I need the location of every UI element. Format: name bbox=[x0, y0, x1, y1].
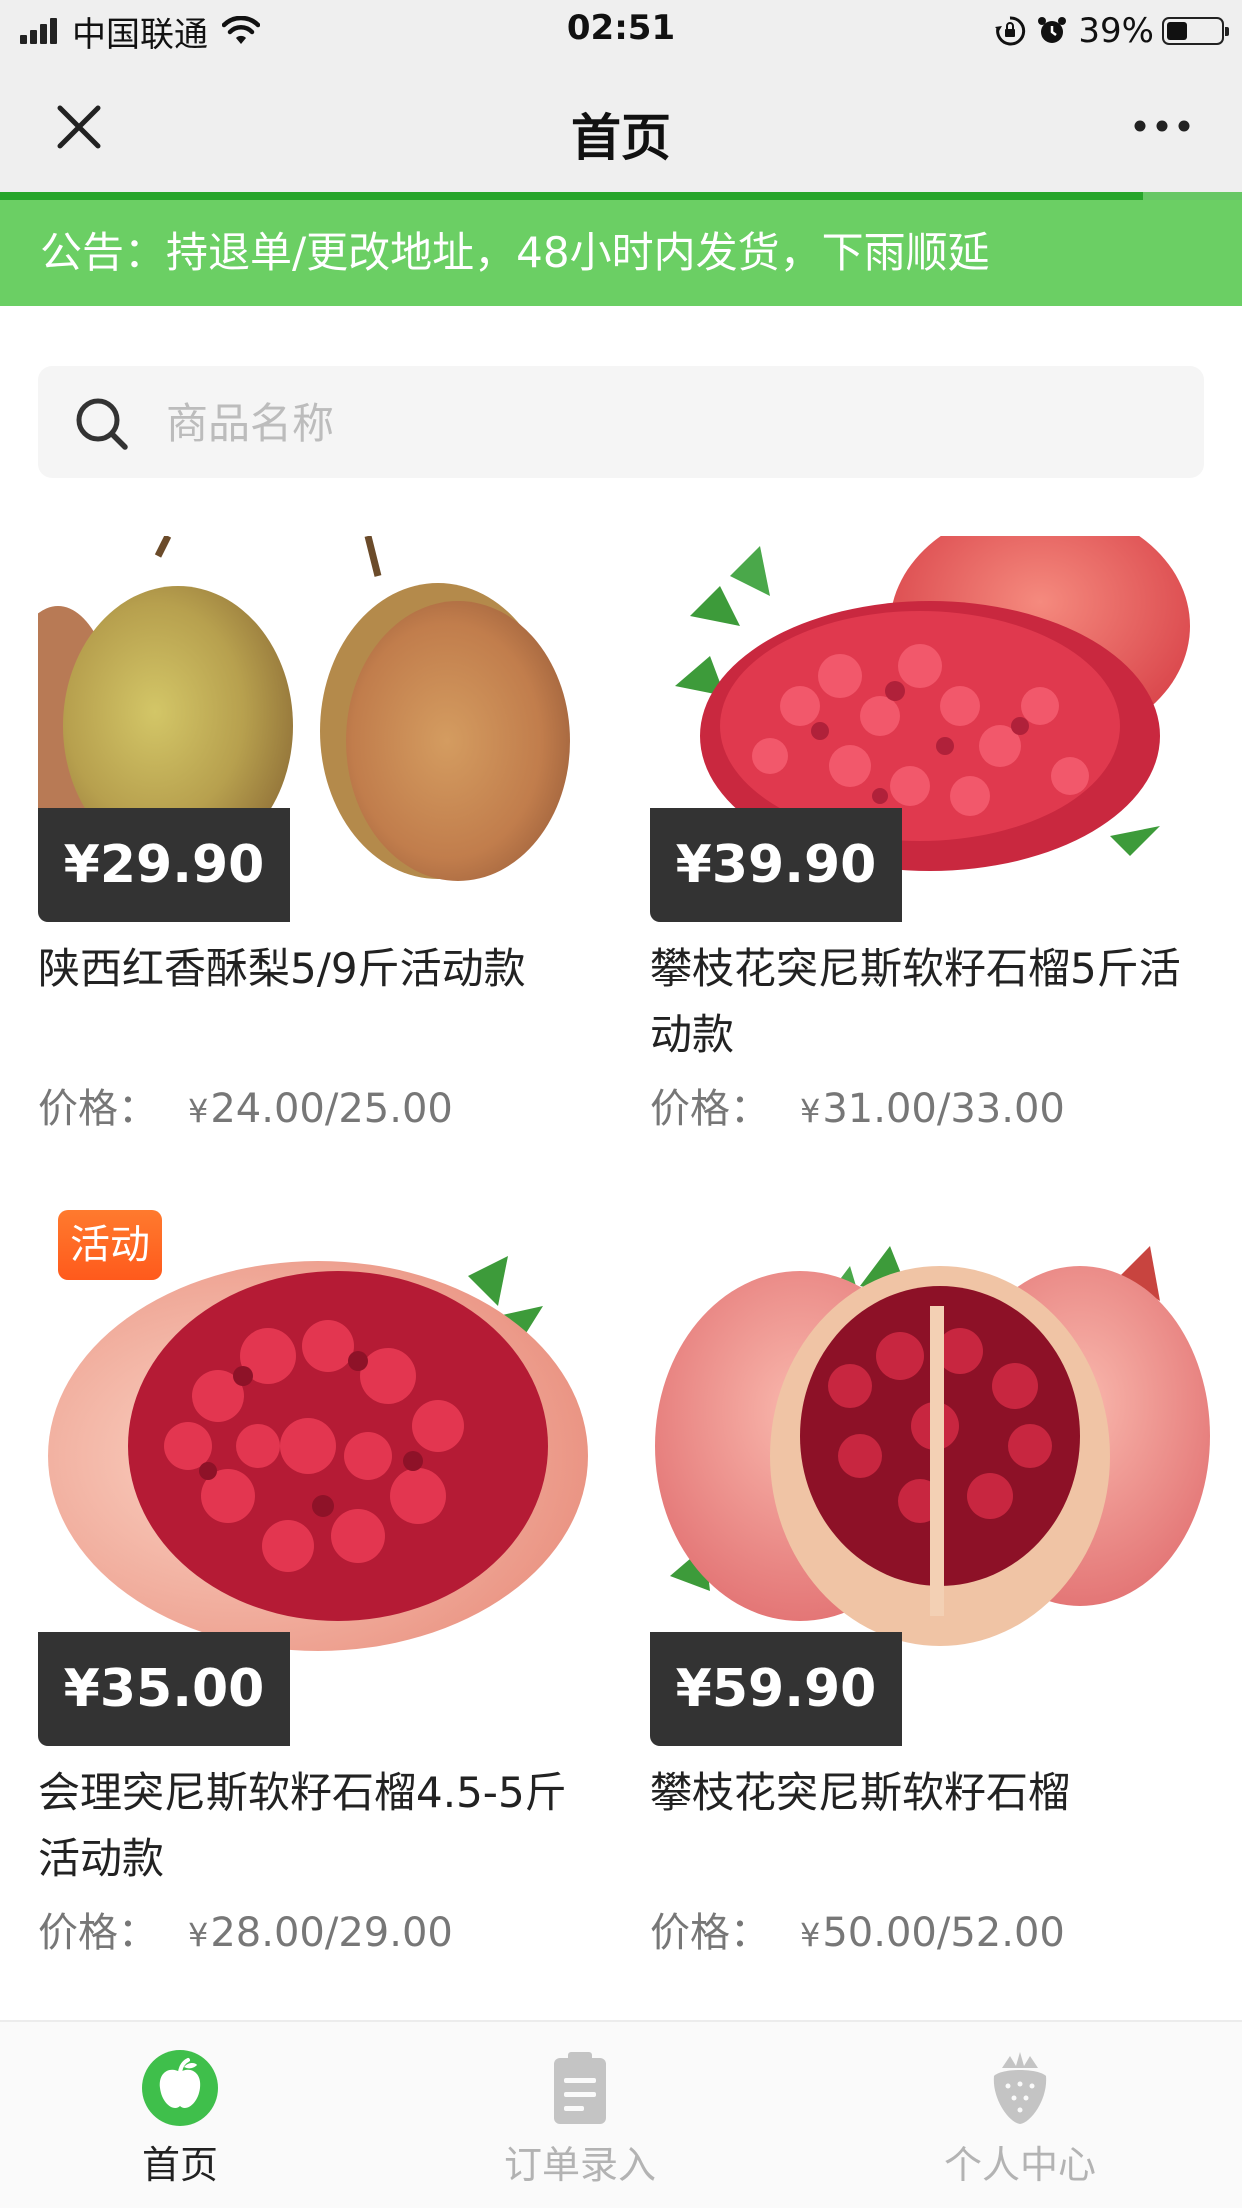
price-tag: ¥29.90 bbox=[38, 808, 290, 922]
currency-symbol: ¥ bbox=[800, 1092, 821, 1130]
tab-profile[interactable]: 个人中心 bbox=[870, 2022, 1170, 2210]
alarm-icon bbox=[1038, 17, 1067, 43]
product-name[interactable]: 会理突尼斯软籽石榴4.5-5斤活动款 bbox=[38, 1760, 598, 1892]
tab-label: 个人中心 bbox=[943, 2143, 1096, 2187]
product-name[interactable]: 陕西红香酥梨5/9斤活动款 bbox=[38, 936, 598, 1002]
currency-symbol: ¥ bbox=[800, 1916, 821, 1954]
clipboard-icon bbox=[554, 2052, 606, 2124]
battery-percent: 39% bbox=[1078, 11, 1154, 51]
product-card[interactable]: 活动 ¥35.00 会理突尼斯软籽石榴4.5-5斤活动款 价格： ¥28.00/2… bbox=[38, 1210, 598, 1956]
status-right: 39% bbox=[994, 8, 1229, 54]
price-label: 价格： bbox=[38, 1910, 158, 1956]
product-name[interactable]: 攀枝花突尼斯软籽石榴5斤活动款 bbox=[650, 936, 1210, 1068]
tab-home[interactable]: 首页 bbox=[30, 2022, 330, 2210]
currency-symbol: ¥ bbox=[188, 1916, 209, 1954]
product-name[interactable]: 攀枝花突尼斯软籽石榴 bbox=[650, 1760, 1210, 1826]
promo-badge: 活动 bbox=[58, 1210, 162, 1280]
price-value: 28.00/29.00 bbox=[210, 1910, 453, 1956]
product-card[interactable]: ¥59.90 攀枝花突尼斯软籽石榴 价格： ¥50.00/52.00 bbox=[650, 1210, 1210, 1956]
price-value: 24.00/25.00 bbox=[210, 1086, 453, 1132]
price-line: 价格： ¥50.00/52.00 bbox=[650, 1900, 1065, 1958]
product-card[interactable]: ¥29.90 陕西红香酥梨5/9斤活动款 价格： ¥24.00/25.00 bbox=[38, 536, 598, 1136]
nav-bar: 首页 bbox=[0, 62, 1242, 192]
status-bar: 中国联通 02:51 39% bbox=[0, 0, 1242, 62]
tab-label: 首页 bbox=[141, 2143, 218, 2187]
tab-label: 订单录入 bbox=[503, 2143, 656, 2187]
product-image-pomegranate-open[interactable] bbox=[38, 1246, 598, 1660]
apple-icon bbox=[142, 2050, 218, 2126]
price-value: 31.00/33.00 bbox=[822, 1086, 1065, 1132]
price-tag: ¥35.00 bbox=[38, 1632, 290, 1746]
currency-symbol: ¥ bbox=[188, 1092, 209, 1130]
price-line: 价格： ¥24.00/25.00 bbox=[38, 1076, 453, 1134]
price-label: 价格： bbox=[650, 1910, 770, 1956]
tab-order-entry[interactable]: 订单录入 bbox=[430, 2022, 730, 2210]
strawberry-icon bbox=[993, 2052, 1047, 2124]
product-card[interactable]: ¥39.90 攀枝花突尼斯软籽石榴5斤活动款 价格： ¥31.00/33.00 bbox=[650, 536, 1210, 1136]
orientation-lock-icon bbox=[995, 16, 1026, 46]
product-image-pomegranate-split[interactable] bbox=[650, 1246, 1210, 1660]
tab-bar: 首页 订单录入 个人中心 bbox=[0, 2020, 1242, 2208]
search-bar[interactable] bbox=[38, 366, 1204, 480]
battery-level bbox=[1167, 22, 1187, 40]
price-tag: ¥39.90 bbox=[650, 808, 902, 922]
search-icon bbox=[76, 398, 128, 450]
price-value: 50.00/52.00 bbox=[822, 1910, 1065, 1956]
price-label: 价格： bbox=[650, 1086, 770, 1132]
more-icon[interactable] bbox=[1132, 114, 1192, 138]
page-title: 首页 bbox=[571, 109, 671, 167]
price-line: 价格： ¥28.00/29.00 bbox=[38, 1900, 453, 1958]
search-input[interactable] bbox=[164, 366, 1168, 480]
notice-banner: 公告：持退单/更改地址，48小时内发货，下雨顺延 bbox=[0, 200, 1242, 306]
loading-progress-bar bbox=[0, 192, 1143, 200]
battery-icon bbox=[1162, 17, 1229, 45]
price-tag: ¥59.90 bbox=[650, 1632, 902, 1746]
price-line: 价格： ¥31.00/33.00 bbox=[650, 1076, 1065, 1134]
price-label: 价格： bbox=[38, 1086, 158, 1132]
